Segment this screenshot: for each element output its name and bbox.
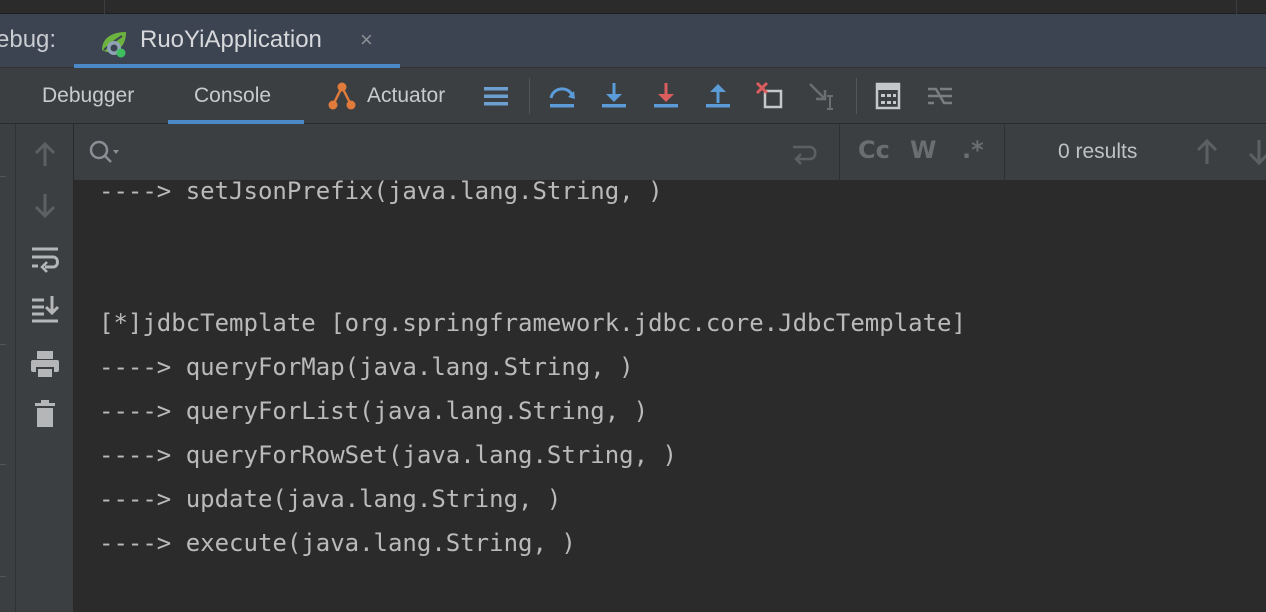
spring-boot-app-icon	[102, 32, 126, 58]
toolbar-divider	[529, 78, 530, 114]
console-line: ----> queryForList(java.lang.String, )	[99, 397, 649, 425]
whole-words-button[interactable]: W	[910, 136, 936, 164]
console-line: ----> queryForMap(java.lang.String, )	[99, 353, 634, 381]
strip-divider	[1236, 0, 1237, 14]
drop-frame-icon[interactable]	[752, 78, 788, 114]
console-line: [*]jdbcTemplate [org.springframework.jdb…	[99, 309, 966, 337]
regex-button[interactable]: .*	[962, 136, 984, 164]
search-icon[interactable]	[86, 138, 122, 168]
evaluate-expression-icon[interactable]	[870, 78, 906, 114]
down-arrow-icon[interactable]	[27, 188, 63, 224]
gutter-tick	[0, 344, 6, 345]
print-icon[interactable]	[27, 346, 63, 382]
match-case-button[interactable]: Cc	[858, 136, 890, 164]
debug-tool-label: ebug:	[0, 26, 57, 53]
search-divider	[1004, 124, 1005, 181]
step-over-icon[interactable]	[544, 78, 580, 114]
tab-actuator[interactable]: Actuator	[326, 68, 462, 124]
console-line: ----> setJsonPrefix(java.lang.String, )	[99, 177, 663, 205]
debug-session-bar: ebug: RuoYiApplication ×	[0, 14, 1266, 68]
run-to-cursor-icon[interactable]	[804, 78, 840, 114]
tab-console-label: Console	[194, 84, 272, 107]
close-icon[interactable]: ×	[360, 27, 373, 53]
strip-divider	[104, 0, 105, 14]
session-tab-label: RuoYiApplication	[140, 26, 322, 53]
clear-all-icon[interactable]	[27, 396, 63, 432]
console-side-toolbar	[16, 124, 74, 612]
up-arrow-icon[interactable]	[27, 136, 63, 172]
console-line: ----> queryForRowSet(java.lang.String, )	[99, 441, 677, 469]
search-input[interactable]	[126, 132, 826, 172]
new-line-icon[interactable]	[788, 138, 820, 168]
console-line: ----> execute(java.lang.String, )	[99, 529, 576, 557]
tab-actuator-label: Actuator	[367, 84, 446, 107]
search-divider	[839, 124, 840, 181]
tab-console[interactable]: Console	[168, 68, 304, 124]
session-tab-ruoyi[interactable]: RuoYiApplication ×	[74, 14, 400, 68]
next-occurrence-icon[interactable]	[1244, 136, 1266, 168]
search-results-count: 0 results	[1058, 140, 1138, 163]
title-strip	[0, 0, 1266, 14]
trace-current-stream-icon[interactable]	[922, 78, 958, 114]
layout-icon[interactable]	[478, 78, 514, 114]
soft-wrap-icon[interactable]	[27, 240, 63, 276]
debug-toolbar: Debugger Console Actuator	[0, 68, 1266, 124]
previous-occurrence-icon[interactable]	[1192, 136, 1222, 168]
step-into-icon[interactable]	[596, 78, 632, 114]
gutter-tick	[0, 464, 6, 465]
toolbar-divider	[856, 78, 857, 114]
gutter-tick	[0, 176, 6, 177]
scroll-to-end-icon[interactable]	[27, 292, 63, 328]
console-line: ----> update(java.lang.String, )	[99, 485, 562, 513]
console-search-bar: Cc W .* 0 results	[74, 124, 1266, 181]
step-out-icon[interactable]	[700, 78, 736, 114]
force-step-into-icon[interactable]	[648, 78, 684, 114]
tab-debugger[interactable]: Debugger	[42, 68, 134, 124]
gutter-tick	[0, 576, 6, 577]
console-output: ----> setJsonPrefix(java.lang.String, ) …	[74, 177, 1266, 612]
tab-debugger-label: Debugger	[42, 84, 135, 107]
left-gutter	[0, 124, 16, 612]
actuator-icon	[328, 82, 356, 110]
